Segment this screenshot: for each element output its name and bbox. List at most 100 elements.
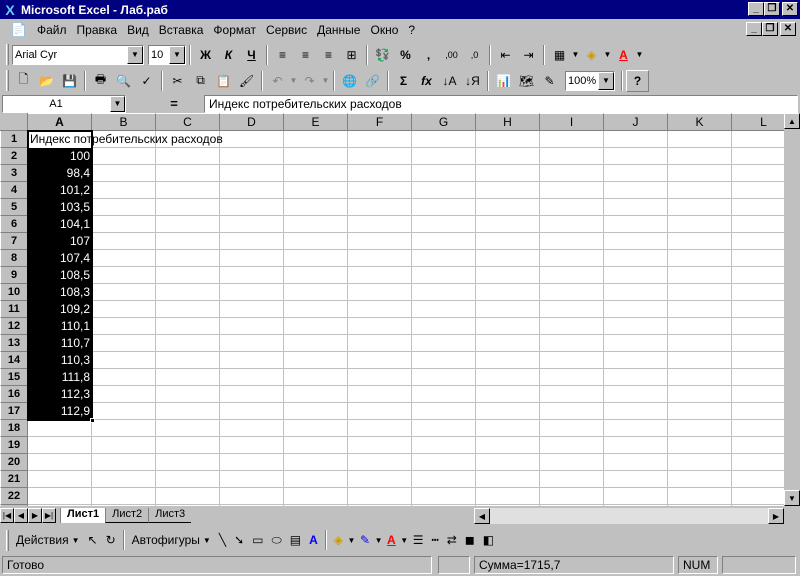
column-header-c[interactable]: C bbox=[156, 113, 220, 131]
format-painter-icon[interactable]: 🖌 bbox=[235, 70, 258, 92]
scroll-up-icon[interactable]: ▲ bbox=[784, 113, 800, 129]
hyperlink-icon[interactable]: 🌐 bbox=[338, 70, 361, 92]
row-header-9[interactable]: 9 bbox=[0, 267, 28, 284]
free-rotate-icon[interactable]: ↻ bbox=[102, 529, 120, 551]
chevron-down-icon[interactable]: ▼ bbox=[289, 76, 298, 85]
menu-insert[interactable]: Вставка bbox=[154, 23, 209, 37]
doc-close-button[interactable]: ✕ bbox=[780, 22, 796, 36]
fill-color-icon[interactable]: ◈ bbox=[580, 44, 603, 66]
minimize-button[interactable]: _ bbox=[748, 2, 764, 16]
column-header-a[interactable]: A bbox=[28, 113, 92, 131]
percent-button[interactable]: % bbox=[394, 44, 417, 66]
select-objects-icon[interactable]: ↖ bbox=[84, 529, 102, 551]
font-color-icon[interactable]: A bbox=[383, 529, 400, 551]
toolbar-grip[interactable] bbox=[6, 70, 9, 91]
merge-center-icon[interactable]: ⊞ bbox=[340, 44, 363, 66]
row-header-20[interactable]: 20 bbox=[0, 454, 28, 471]
chevron-down-icon[interactable]: ▼ bbox=[400, 536, 409, 545]
sheet-tab-3[interactable]: Лист3 bbox=[148, 508, 192, 523]
copy-icon[interactable]: ⧉ bbox=[189, 70, 212, 92]
row-header-18[interactable]: 18 bbox=[0, 420, 28, 437]
font-name-select[interactable]: Arial Cyr ▼ bbox=[12, 44, 144, 65]
drawing-icon[interactable]: ✎ bbox=[538, 70, 561, 92]
row-header-13[interactable]: 13 bbox=[0, 335, 28, 352]
arrow-style-icon[interactable]: ⇄ bbox=[443, 529, 461, 551]
paste-icon[interactable]: 📋 bbox=[212, 70, 235, 92]
autosum-button[interactable]: Σ bbox=[392, 70, 415, 92]
last-sheet-icon[interactable]: ▶| bbox=[42, 508, 56, 523]
row-header-3[interactable]: 3 bbox=[0, 165, 28, 182]
arrow-icon[interactable]: ➘ bbox=[230, 529, 248, 551]
menu-tools[interactable]: Сервис bbox=[261, 23, 312, 37]
print-icon[interactable]: 🖶 bbox=[89, 70, 112, 92]
chevron-down-icon[interactable]: ▼ bbox=[321, 76, 330, 85]
actions-menu[interactable]: Действия ▼ bbox=[12, 529, 84, 551]
autoshapes-menu[interactable]: Автофигуры ▼ bbox=[128, 529, 215, 551]
chevron-down-icon[interactable]: ▼ bbox=[374, 536, 383, 545]
align-center-icon[interactable]: ≡ bbox=[294, 44, 317, 66]
open-folder-icon[interactable]: 📂 bbox=[35, 70, 58, 92]
underline-button[interactable]: Ч bbox=[240, 44, 263, 66]
scroll-down-icon[interactable]: ▼ bbox=[784, 490, 800, 506]
toolbar-grip[interactable] bbox=[6, 529, 9, 551]
row-header-22[interactable]: 22 bbox=[0, 488, 28, 505]
row-header-14[interactable]: 14 bbox=[0, 352, 28, 369]
vertical-scrollbar[interactable]: ▲ ▼ bbox=[784, 113, 800, 506]
align-left-icon[interactable]: ≡ bbox=[271, 44, 294, 66]
web-toolbar-icon[interactable]: 🔗 bbox=[361, 70, 384, 92]
column-header-d[interactable]: D bbox=[220, 113, 284, 131]
column-header-g[interactable]: G bbox=[412, 113, 476, 131]
text-box-icon[interactable]: ▤ bbox=[286, 529, 305, 551]
row-header-10[interactable]: 10 bbox=[0, 284, 28, 301]
cut-icon[interactable]: ✂ bbox=[166, 70, 189, 92]
help-button[interactable]: ? bbox=[626, 69, 649, 92]
row-header-8[interactable]: 8 bbox=[0, 250, 28, 267]
chevron-down-icon[interactable]: ▼ bbox=[571, 50, 580, 59]
chevron-down-icon[interactable]: ▼ bbox=[347, 536, 356, 545]
sheet-tab-1[interactable]: Лист1 bbox=[60, 508, 106, 523]
sort-ascending-icon[interactable]: ↓A bbox=[438, 70, 461, 92]
next-sheet-icon[interactable]: ▶ bbox=[28, 508, 42, 523]
row-header-5[interactable]: 5 bbox=[0, 199, 28, 216]
increase-indent-icon[interactable]: ⇥ bbox=[517, 44, 540, 66]
formula-equals[interactable]: = bbox=[144, 96, 204, 111]
line-icon[interactable]: ╲ bbox=[215, 529, 230, 551]
font-size-select[interactable]: 10 ▼ bbox=[148, 44, 186, 65]
zoom-select[interactable]: 100% ▼ bbox=[565, 70, 615, 91]
italic-button[interactable]: К bbox=[217, 44, 240, 66]
row-header-11[interactable]: 11 bbox=[0, 301, 28, 318]
decrease-indent-icon[interactable]: ⇤ bbox=[494, 44, 517, 66]
align-right-icon[interactable]: ≡ bbox=[317, 44, 340, 66]
worksheet-grid[interactable]: A B C D E F G H I J K L 1 2 3 4 5 6 7 8 9 10 11 12 13 14 15 16 17 18 1… bbox=[0, 113, 800, 506]
row-header-17[interactable]: 17 bbox=[0, 403, 28, 420]
increase-decimal-button[interactable]: ,00 bbox=[440, 44, 463, 66]
line-color-icon[interactable]: ✎ bbox=[356, 529, 374, 551]
row-header-12[interactable]: 12 bbox=[0, 318, 28, 335]
column-header-h[interactable]: H bbox=[476, 113, 540, 131]
name-box[interactable]: A1 ▼ bbox=[2, 94, 126, 113]
sort-descending-icon[interactable]: ↓Я bbox=[461, 70, 484, 92]
chevron-down-icon[interactable]: ▼ bbox=[603, 50, 612, 59]
row-header-6[interactable]: 6 bbox=[0, 216, 28, 233]
menu-edit[interactable]: Правка bbox=[72, 23, 123, 37]
function-button[interactable]: fx bbox=[415, 70, 438, 92]
menu-data[interactable]: Данные bbox=[312, 23, 365, 37]
doc-restore-button[interactable]: ❐ bbox=[762, 22, 778, 36]
comma-button[interactable]: , bbox=[417, 44, 440, 66]
currency-icon[interactable]: 💱 bbox=[371, 44, 394, 66]
oval-icon[interactable]: ⬭ bbox=[267, 529, 285, 551]
column-header-f[interactable]: F bbox=[348, 113, 412, 131]
chart-wizard-icon[interactable]: 📊 bbox=[492, 70, 515, 92]
scroll-right-icon[interactable]: ▶ bbox=[768, 508, 784, 524]
chevron-down-icon[interactable]: ▼ bbox=[598, 71, 614, 90]
horizontal-scrollbar[interactable]: ◀ ▶ bbox=[474, 508, 784, 524]
fill-handle[interactable] bbox=[90, 418, 95, 423]
print-preview-icon[interactable]: 🔍 bbox=[112, 70, 135, 92]
row-header-7[interactable]: 7 bbox=[0, 233, 28, 250]
row-header-15[interactable]: 15 bbox=[0, 369, 28, 386]
menu-file[interactable]: Файл bbox=[32, 23, 72, 37]
rectangle-icon[interactable]: ▭ bbox=[248, 529, 267, 551]
select-all-corner[interactable] bbox=[0, 113, 28, 131]
row-header-21[interactable]: 21 bbox=[0, 471, 28, 488]
dash-style-icon[interactable]: ┅ bbox=[427, 529, 442, 551]
